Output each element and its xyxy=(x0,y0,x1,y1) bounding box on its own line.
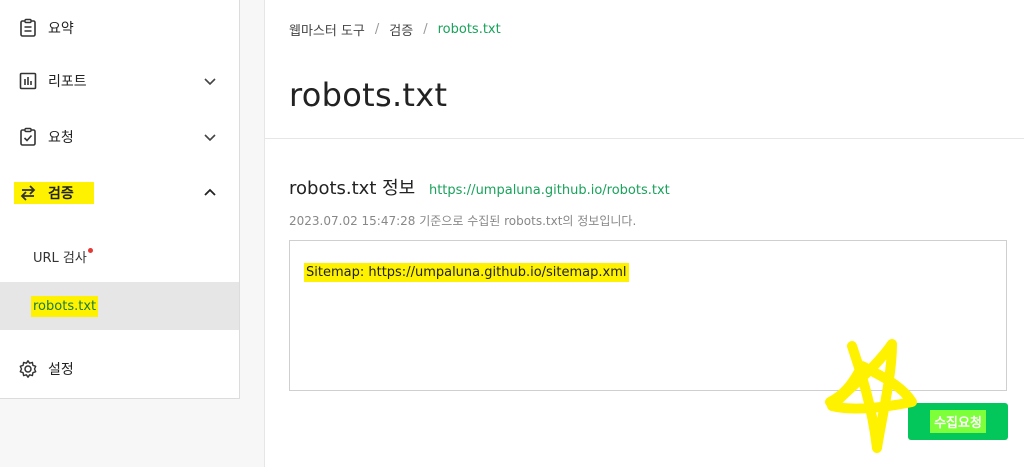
sidebar-item-settings[interactable]: 설정 xyxy=(0,341,239,397)
section-title-text: robots.txt 정보 xyxy=(289,178,416,199)
swap-arrows-icon xyxy=(20,185,36,201)
sidebar-item-summary[interactable]: 요약 xyxy=(0,0,239,56)
main-content: 웹마스터 도구 / 검증 / robots.txt robots.txt rob… xyxy=(264,0,1024,467)
sidebar: 요약 리포트 요청 검증 URL 검사 robots.txt 설정 xyxy=(0,0,240,399)
sidebar-subitem-label: robots.txt xyxy=(31,295,99,317)
sidebar-item-label: 설정 xyxy=(48,362,74,378)
sidebar-item-request[interactable]: 요청 xyxy=(0,109,239,165)
submit-request-label: 수집요청 xyxy=(930,410,986,433)
sidebar-subitem-url-inspect[interactable]: URL 검사 xyxy=(0,232,239,280)
collected-info-text: 2023.07.02 15:47:28 기준으로 수집된 robots.txt의… xyxy=(289,214,637,228)
sidebar-item-label: 요청 xyxy=(48,130,74,146)
breadcrumb-separator: / xyxy=(374,22,380,37)
robots-content-box[interactable]: Sitemap: https://umpaluna.github.io/site… xyxy=(289,240,1007,391)
sidebar-item-verify[interactable]: 검증 xyxy=(0,165,239,221)
sidebar-item-report[interactable]: 리포트 xyxy=(0,53,239,109)
sidebar-item-label: 리포트 xyxy=(48,74,87,90)
breadcrumb-item[interactable]: 웹마스터 도구 xyxy=(289,20,365,39)
checkbox-clipboard-icon xyxy=(20,127,36,146)
page-header: 웹마스터 도구 / 검증 / robots.txt robots.txt xyxy=(265,0,1024,139)
gear-icon xyxy=(19,360,37,378)
sidebar-item-label: 검증 xyxy=(48,186,74,202)
breadcrumb-item[interactable]: 검증 xyxy=(389,20,413,39)
robots-url-link[interactable]: https://umpaluna.github.io/robots.txt xyxy=(429,183,670,198)
notification-dot xyxy=(88,248,93,253)
chevron-down-icon[interactable] xyxy=(202,73,218,89)
sidebar-subitem-label: URL 검사 xyxy=(33,250,87,266)
chevron-up-icon[interactable] xyxy=(202,185,218,201)
bar-chart-icon xyxy=(19,72,37,90)
breadcrumb-separator: / xyxy=(423,22,428,37)
page-title: robots.txt xyxy=(289,76,448,114)
sidebar-subitem-robots[interactable]: robots.txt xyxy=(0,282,239,330)
breadcrumb: 웹마스터 도구 / 검증 / robots.txt xyxy=(289,20,501,39)
breadcrumb-current: robots.txt xyxy=(437,22,501,37)
submit-request-button[interactable]: 수집요청 xyxy=(908,403,1008,440)
sidebar-item-label: 요약 xyxy=(48,21,74,37)
chevron-down-icon[interactable] xyxy=(202,129,218,145)
robots-content-text: Sitemap: https://umpaluna.github.io/site… xyxy=(304,263,629,282)
clipboard-icon xyxy=(20,18,36,37)
section-title: robots.txt 정보 https://umpaluna.github.io… xyxy=(289,174,670,200)
